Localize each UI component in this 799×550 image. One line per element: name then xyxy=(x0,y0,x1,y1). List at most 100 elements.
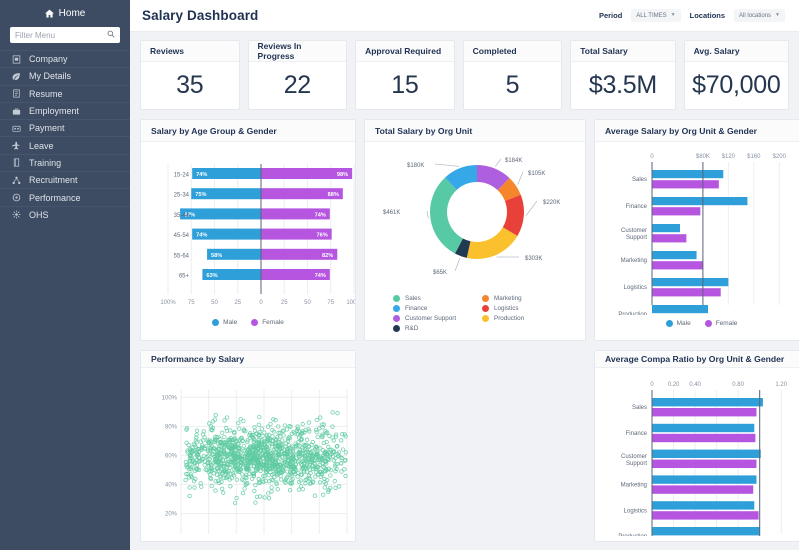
topbar: Salary Dashboard Period ALL TIMES ▼ Loca… xyxy=(130,0,799,32)
sidebar-item-recruitment[interactable]: Recruitment xyxy=(0,171,130,188)
period-dropdown[interactable]: ALL TIMES ▼ xyxy=(631,9,681,22)
svg-text:Marketing: Marketing xyxy=(621,258,647,264)
period-value: ALL TIMES xyxy=(636,12,667,19)
sidebar-item-my-details[interactable]: My Details xyxy=(0,67,130,84)
kpi-value: 35 xyxy=(176,71,204,99)
kpi-card-reviews-in-progress[interactable]: Reviews In Progress 22 xyxy=(247,40,348,110)
svg-text:Production: Production xyxy=(618,534,647,536)
legend-item-male[interactable]: Male xyxy=(212,319,237,326)
svg-text:82%: 82% xyxy=(322,253,333,259)
svg-text:25: 25 xyxy=(281,300,288,306)
chevron-down-icon: ▼ xyxy=(775,12,780,18)
svg-text:100%: 100% xyxy=(160,300,176,306)
locations-dropdown[interactable]: All locations ▼ xyxy=(734,9,785,22)
filter-menu-input[interactable] xyxy=(15,30,107,40)
svg-text:35-44: 35-44 xyxy=(174,213,190,219)
legend-item-male[interactable]: Male xyxy=(665,320,691,327)
kpi-value: 22 xyxy=(283,71,312,99)
sidebar-item-ohs[interactable]: OHS xyxy=(0,205,130,223)
sidebar-item-label: Employment xyxy=(29,106,80,117)
legend-item-sales[interactable]: Sales xyxy=(393,295,476,302)
svg-text:Finance: Finance xyxy=(626,431,648,437)
kpi-title: Completed xyxy=(463,41,562,62)
card-title: Total Salary by Org Unit xyxy=(365,120,585,142)
svg-text:74%: 74% xyxy=(196,172,207,178)
svg-text:74%: 74% xyxy=(196,233,207,239)
kpi-card-total-salary[interactable]: Total Salary $3.5M xyxy=(570,40,676,110)
building-icon xyxy=(11,54,22,65)
sidebar-item-home[interactable]: Home xyxy=(0,0,130,27)
home-icon xyxy=(44,9,54,18)
svg-text:$65K: $65K xyxy=(433,270,447,276)
svg-text:25: 25 xyxy=(234,300,241,306)
network-icon xyxy=(11,175,22,186)
svg-text:Support: Support xyxy=(626,235,647,241)
legend-item-marketing[interactable]: Marketing xyxy=(482,295,565,302)
kpi-title: Reviews xyxy=(141,41,239,62)
svg-text:Sales: Sales xyxy=(632,177,647,183)
sidebar-item-label: Company xyxy=(29,54,68,65)
sidebar-item-resume[interactable]: Resume xyxy=(0,84,130,102)
legend-item-finance[interactable]: Finance xyxy=(393,305,476,312)
chart-avg-compa-ratio[interactable]: 0 0.20 0.40 0.80 1.20 Sales Finance CustomerSu… xyxy=(595,368,799,546)
kpi-card-completed[interactable]: Completed 5 xyxy=(462,40,563,110)
period-label: Period xyxy=(598,11,623,20)
legend-swatch xyxy=(482,305,489,312)
svg-text:60%: 60% xyxy=(165,453,178,459)
svg-text:Marketing: Marketing xyxy=(621,483,647,489)
kpi-row: Reviews 35 Reviews In Progress 22 Approv… xyxy=(130,32,799,110)
search-icon[interactable] xyxy=(107,30,115,40)
svg-text:Customer: Customer xyxy=(621,228,647,234)
card-salary-by-age-gender: Salary by Age Group & Gender 74% 98% 75% 88… xyxy=(140,119,362,341)
svg-text:74%: 74% xyxy=(315,273,326,279)
chart-performance-by-salary[interactable]: 100% 80% 60% 40% 20% xyxy=(141,368,355,536)
kpi-value: $70,000 xyxy=(692,71,781,99)
filter-menu-wrap xyxy=(0,27,130,50)
svg-text:1.20: 1.20 xyxy=(775,382,787,388)
sidebar-item-leave[interactable]: Leave xyxy=(0,136,130,153)
legend-item-rnd[interactable]: R&D xyxy=(393,325,476,332)
kpi-card-avg-salary[interactable]: Avg. Salary $70,000 xyxy=(683,40,789,110)
chart-column-middle: Total Salary by Org Unit $461K $180K $184K… xyxy=(364,119,586,341)
svg-text:15-24: 15-24 xyxy=(174,173,190,179)
legend-item-customer-support[interactable]: Customer Support xyxy=(393,315,476,322)
legend-label: Female xyxy=(262,319,284,326)
sidebar-item-training[interactable]: Training xyxy=(0,153,130,171)
sidebar-item-performance[interactable]: Performance xyxy=(0,188,130,205)
sidebar: Home Company My Details xyxy=(0,0,130,550)
svg-text:50: 50 xyxy=(304,300,311,306)
sidebar-item-label: OHS xyxy=(29,209,49,220)
kpi-card-approval-required[interactable]: Approval Required 15 xyxy=(355,40,455,110)
svg-text:0.40: 0.40 xyxy=(689,382,701,388)
target-icon xyxy=(11,192,22,203)
svg-text:98%: 98% xyxy=(337,172,348,178)
svg-text:63%: 63% xyxy=(206,273,217,279)
svg-text:Sales: Sales xyxy=(632,405,647,411)
legend-item-female[interactable]: Female xyxy=(704,320,737,327)
svg-text:$200: $200 xyxy=(773,154,787,160)
sidebar-item-company[interactable]: Company xyxy=(0,50,130,67)
svg-text:76%: 76% xyxy=(316,233,327,239)
kpi-card-reviews[interactable]: Reviews 35 xyxy=(140,40,240,110)
chart-avg-salary[interactable]: 0 $80K $120 $160 $200 Sales Finance CustomerSu… xyxy=(595,142,799,351)
legend-item-logistics[interactable]: Logistics xyxy=(482,305,565,312)
svg-text:55-64: 55-64 xyxy=(174,253,190,259)
sidebar-item-payment[interactable]: Payment xyxy=(0,119,130,136)
legend-swatch xyxy=(704,320,712,327)
svg-text:58%: 58% xyxy=(211,253,222,259)
legend-item-female[interactable]: Female xyxy=(251,319,284,326)
chart-donut-total-salary[interactable]: $461K $180K $184K $105K $220K $303K $65K xyxy=(365,142,585,290)
chart-column-left: Salary by Age Group & Gender 74% 98% 75% 88… xyxy=(140,119,362,542)
chart-salary-by-age-gender[interactable]: 74% 98%75% 88%87% 74%74% 76%58% 82%63% 74% 15-… xyxy=(141,142,362,314)
svg-text:88%: 88% xyxy=(328,192,339,198)
legend-item-production[interactable]: Production xyxy=(482,315,565,322)
sidebar-item-label: Leave xyxy=(29,140,54,151)
sidebar-item-employment[interactable]: Employment xyxy=(0,101,130,119)
filter-menu-box[interactable] xyxy=(10,27,120,43)
svg-text:Finance: Finance xyxy=(626,204,648,210)
svg-text:$220K: $220K xyxy=(543,200,560,206)
dashboard-app: Home Company My Details xyxy=(0,0,799,550)
legend-label: Male xyxy=(223,319,238,326)
svg-text:$160: $160 xyxy=(747,154,761,160)
svg-text:0: 0 xyxy=(650,154,654,160)
